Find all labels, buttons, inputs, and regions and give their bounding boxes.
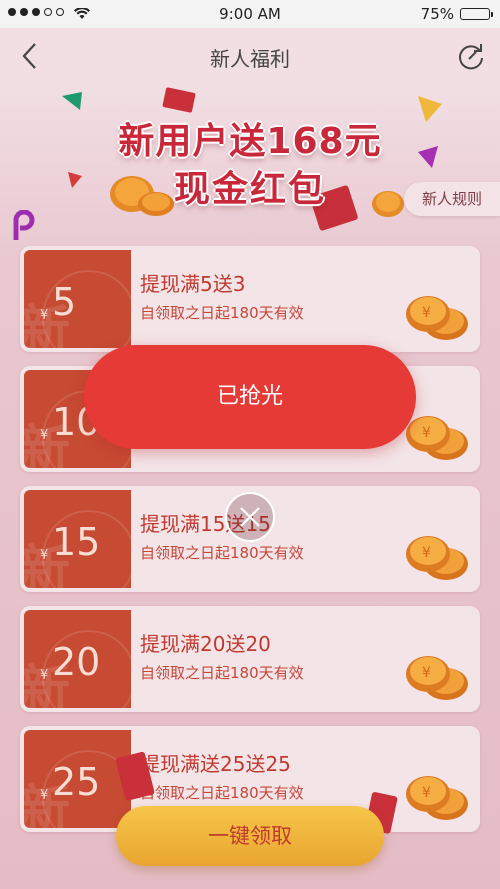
sold-out-button[interactable]: 已抢光 — [84, 345, 416, 449]
coupon-title: 提现满20送20 — [140, 632, 271, 656]
svg-text:¥: ¥ — [422, 785, 431, 801]
coupon-card[interactable]: 新 ¥5 提现满5送3 自领取之日起180天有效 ¥ — [20, 246, 480, 352]
coupon-title: 提现满送25送25 — [140, 752, 291, 776]
coupon-stub: 新 ¥20 — [24, 610, 131, 708]
status-bar: 9:00 AM 75% — [0, 0, 500, 28]
coin-stack-icon: ¥ — [406, 536, 468, 580]
currency-symbol: ¥ — [40, 308, 49, 323]
refresh-icon[interactable] — [456, 42, 486, 72]
coin-stack-icon: ¥ — [406, 776, 468, 820]
coupon-stub: 新 ¥15 — [24, 490, 131, 588]
nav-bar: 新人福利 — [0, 28, 500, 84]
currency-symbol: ¥ — [40, 788, 49, 803]
coupon-stub: 新 ¥25 — [24, 730, 131, 828]
coin-stack-icon: ¥ — [406, 656, 468, 700]
claim-all-button[interactable]: 一键领取 — [116, 806, 384, 866]
coin-stack-icon: ¥ — [406, 296, 468, 340]
battery-icon — [460, 8, 493, 20]
page-title: 新人福利 — [210, 47, 290, 71]
promo-banner: 新用户送168元 现金红包 新人规则 — [0, 84, 500, 244]
coupon-amount: 20 — [52, 640, 101, 684]
battery-percent: 75% — [420, 5, 454, 23]
coupon-title: 提现满5送3 — [140, 272, 246, 296]
coupon-amount: 15 — [52, 520, 101, 564]
red-envelope-icon — [162, 87, 196, 113]
svg-text:¥: ¥ — [422, 425, 431, 441]
coupon-amount: 25 — [52, 760, 101, 804]
currency-symbol: ¥ — [40, 428, 49, 443]
coin-stack-icon: ¥ — [406, 416, 468, 460]
main-content: 新用户送168元 现金红包 新人规则 新 ¥5 提现满5送3 自领取之日起180天有效… — [0, 84, 500, 889]
coupon-card[interactable]: 新 ¥20 提现满20送20 自领取之日起180天有效 ¥ — [20, 606, 480, 712]
coupon-validity: 自领取之日起180天有效 — [140, 544, 304, 562]
currency-symbol: ¥ — [40, 668, 49, 683]
new-user-rules-button[interactable]: 新人规则 — [404, 182, 500, 216]
red-envelope-icon — [116, 751, 155, 801]
banner-headline: 新用户送168元 — [118, 121, 382, 162]
svg-text:¥: ¥ — [422, 665, 431, 681]
coupon-validity: 自领取之日起180天有效 — [140, 664, 304, 682]
close-icon[interactable] — [225, 492, 275, 542]
confetti-shape — [13, 210, 35, 240]
coupon-stub: 新 ¥5 — [24, 250, 131, 348]
svg-text:¥: ¥ — [422, 305, 431, 321]
svg-text:¥: ¥ — [422, 545, 431, 561]
currency-symbol: ¥ — [40, 548, 49, 563]
coupon-amount: 5 — [52, 280, 77, 324]
coupon-validity: 自领取之日起180天有效 — [140, 784, 304, 802]
coupon-validity: 自领取之日起180天有效 — [140, 304, 304, 322]
